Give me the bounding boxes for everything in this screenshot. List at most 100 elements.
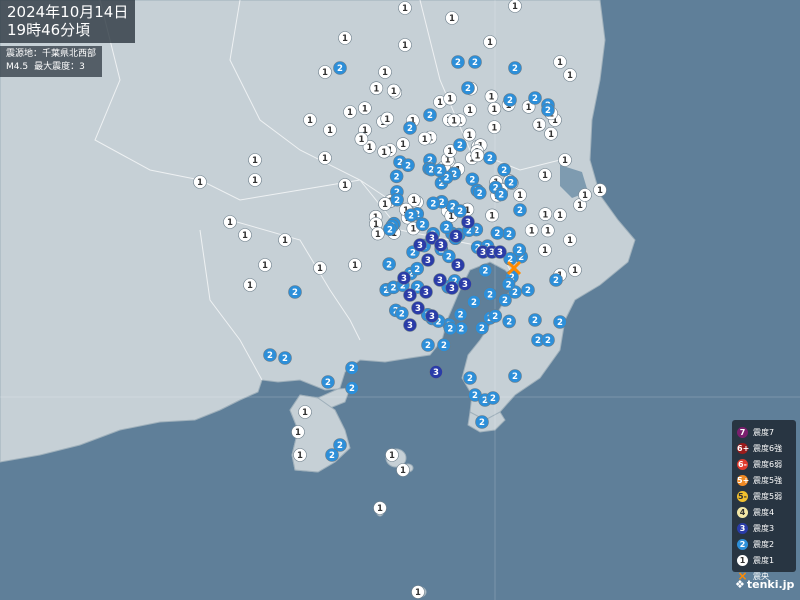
intensity-1-marker: 1 <box>485 208 499 223</box>
svg-text:1: 1 <box>247 281 253 291</box>
legend-icon: 2 <box>737 538 748 550</box>
legend-icon: 7 <box>737 426 748 438</box>
svg-text:3: 3 <box>429 312 435 322</box>
intensity-1-marker: 1 <box>380 111 395 126</box>
legend-item: 4 震度4 <box>737 504 796 520</box>
svg-text:3: 3 <box>480 248 486 258</box>
legend-item: 2 震度2 <box>737 536 796 552</box>
svg-text:1: 1 <box>448 212 454 222</box>
svg-text:2: 2 <box>545 106 551 116</box>
intensity-1-marker: 1 <box>462 127 477 142</box>
intensity-2-marker: 2 <box>478 263 493 278</box>
intensity-1-marker: 1 <box>558 153 572 167</box>
intensity-1-marker: 1 <box>411 585 425 599</box>
intensity-2-marker: 2 <box>333 61 347 75</box>
svg-text:1: 1 <box>447 95 453 105</box>
intensity-2-marker: 2 <box>504 175 518 190</box>
svg-text:2: 2 <box>467 374 473 384</box>
intensity-3-marker: 3 <box>449 229 463 243</box>
intensity-2-marker: 2 <box>463 371 477 385</box>
header-panel: 2024年10月14日 19時46分頃 <box>0 0 136 43</box>
svg-text:2: 2 <box>292 288 298 298</box>
svg-text:1: 1 <box>489 93 495 103</box>
svg-text:1: 1 <box>297 451 303 461</box>
intensity-2-marker: 2 <box>513 203 527 217</box>
svg-text:2: 2 <box>408 211 414 221</box>
svg-text:1: 1 <box>400 466 406 476</box>
intensity-2-marker: 2 <box>415 217 430 232</box>
intensity-1-marker: 1 <box>293 448 307 462</box>
legend-label: 震度6強 <box>753 443 783 453</box>
intensity-2-marker: 2 <box>468 55 482 69</box>
intensity-2-marker: 2 <box>395 306 409 321</box>
intensity-2-marker: 2 <box>503 93 517 107</box>
intensity-2-marker: 2 <box>325 448 339 462</box>
svg-text:1: 1 <box>475 152 481 162</box>
legend-item: 6- 震度6弱 <box>737 456 796 472</box>
svg-text:2: 2 <box>387 225 393 235</box>
svg-text:1: 1 <box>375 230 381 240</box>
max-intensity: 最大震度：3 <box>34 62 85 72</box>
intensity-1-marker: 1 <box>483 35 497 49</box>
svg-text:1: 1 <box>252 156 258 166</box>
svg-text:1: 1 <box>467 106 473 116</box>
intensity-2-marker: 2 <box>443 321 458 336</box>
svg-text:1: 1 <box>422 135 428 145</box>
intensity-1-marker: 1 <box>487 101 502 116</box>
svg-text:2: 2 <box>517 206 523 216</box>
svg-text:1: 1 <box>517 191 523 201</box>
svg-text:2: 2 <box>444 223 450 233</box>
brand-logo[interactable]: ❖ tenki.jp <box>735 578 794 591</box>
legend-icon: 4 <box>737 506 748 518</box>
svg-text:2: 2 <box>386 260 392 270</box>
intensity-1-marker: 1 <box>563 68 577 82</box>
legend-item: 6+ 震度6強 <box>737 440 796 456</box>
intensity-2-marker: 2 <box>403 121 417 135</box>
legend-label: 震度2 <box>753 539 775 549</box>
svg-text:1: 1 <box>491 105 497 115</box>
svg-text:1: 1 <box>342 34 348 44</box>
svg-text:1: 1 <box>242 231 248 241</box>
svg-text:2: 2 <box>337 64 343 74</box>
svg-text:2: 2 <box>525 286 531 296</box>
svg-text:1: 1 <box>542 171 548 181</box>
intensity-2-marker: 2 <box>483 151 497 165</box>
intensity-2-marker: 2 <box>501 277 516 291</box>
svg-text:3: 3 <box>415 304 421 314</box>
intensity-2-marker: 2 <box>423 108 437 122</box>
intensity-1-marker: 1 <box>487 120 502 134</box>
svg-text:1: 1 <box>262 261 268 271</box>
intensity-2-marker: 2 <box>390 192 404 207</box>
svg-text:2: 2 <box>482 267 488 277</box>
intensity-1-marker: 1 <box>470 148 485 163</box>
intensity-2-marker: 2 <box>453 307 468 322</box>
intensity-1-marker: 1 <box>398 38 412 52</box>
brand-text: tenki.jp <box>746 578 795 591</box>
intensity-3-marker: 3 <box>397 271 411 285</box>
magnitude: M4.5 <box>6 62 29 72</box>
svg-text:2: 2 <box>498 191 504 201</box>
svg-text:2: 2 <box>446 253 452 263</box>
svg-text:1: 1 <box>384 115 390 125</box>
intensity-3-marker: 3 <box>458 277 472 291</box>
info-panel: 震源地：千葉県北西部 M4.5 最大震度：3 <box>0 46 103 77</box>
svg-text:1: 1 <box>449 14 455 24</box>
svg-text:1: 1 <box>597 186 603 196</box>
intensity-1-marker: 1 <box>323 123 337 137</box>
intensity-3-marker: 3 <box>434 238 448 252</box>
svg-text:3: 3 <box>433 368 439 378</box>
svg-text:1: 1 <box>512 2 518 12</box>
svg-text:2: 2 <box>407 124 413 134</box>
svg-text:1: 1 <box>545 227 551 237</box>
svg-text:1: 1 <box>391 87 397 97</box>
intensity-1-marker: 1 <box>303 113 317 127</box>
svg-text:1: 1 <box>562 156 568 166</box>
intensity-1-marker: 1 <box>243 278 257 292</box>
svg-text:3: 3 <box>462 280 468 290</box>
intensity-2-marker: 2 <box>490 226 505 240</box>
legend-label: 震度4 <box>753 507 775 517</box>
svg-text:3: 3 <box>429 234 435 244</box>
svg-text:1: 1 <box>307 116 313 126</box>
intensity-2-marker: 2 <box>389 169 404 184</box>
intensity-1-marker: 1 <box>553 55 567 69</box>
